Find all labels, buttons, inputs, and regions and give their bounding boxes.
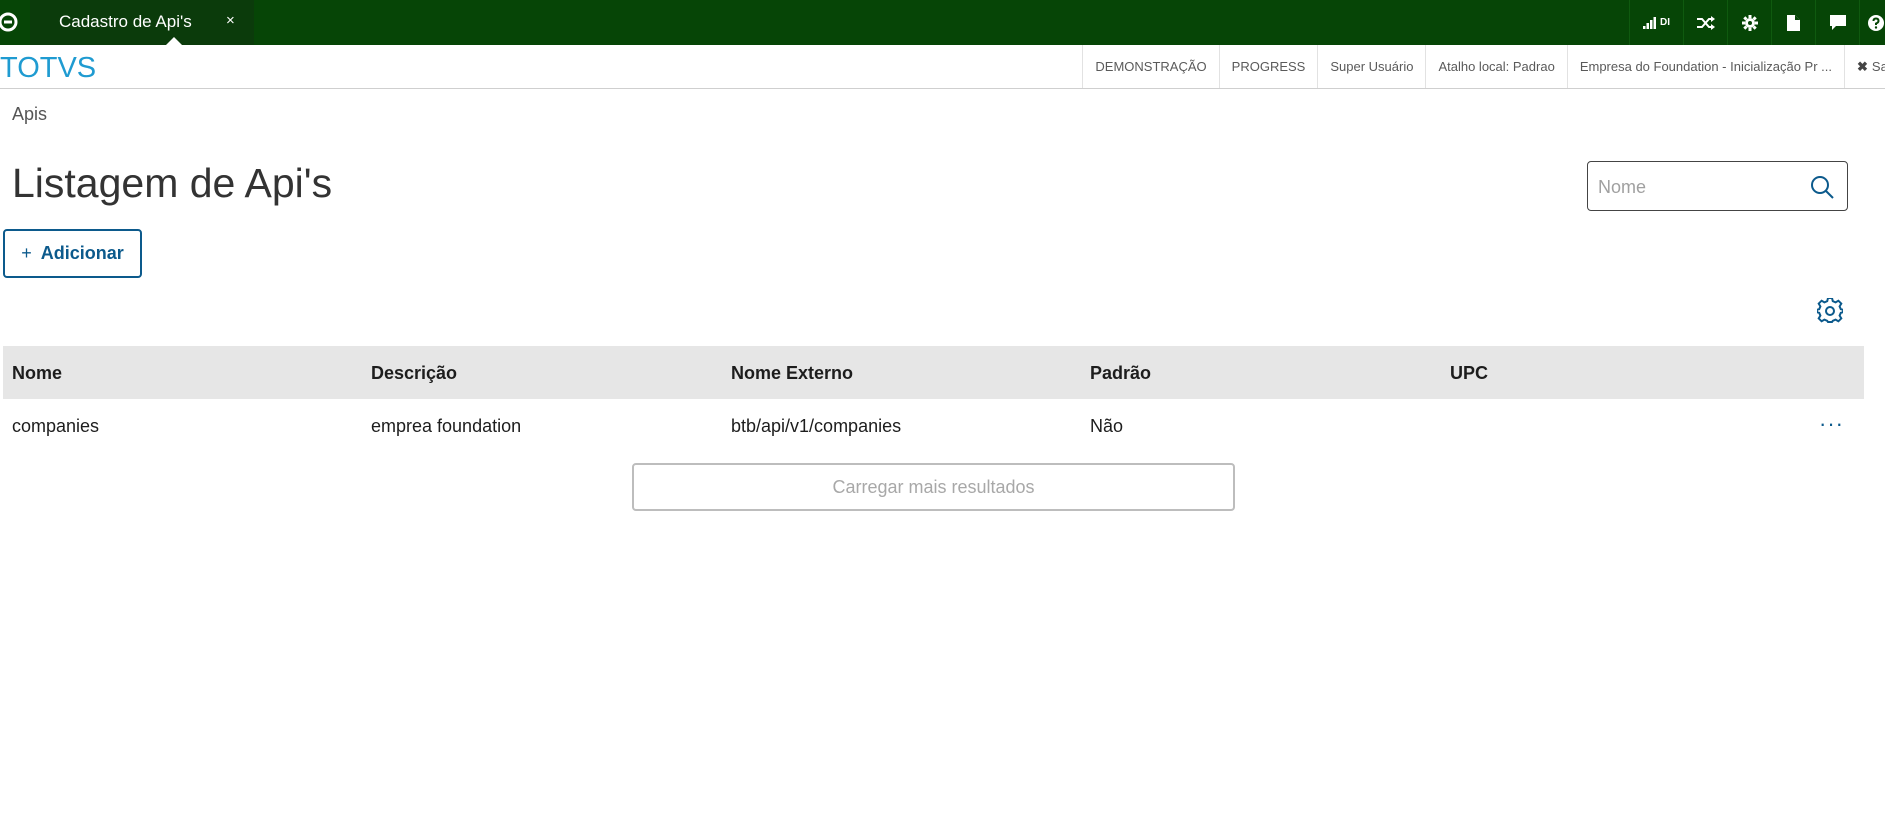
table-row[interactable]: companies emprea foundation btb/api/v1/c… <box>3 399 1864 453</box>
breadcrumb[interactable]: Apis <box>12 104 47 125</box>
column-nome[interactable]: Nome <box>12 363 62 384</box>
search-field <box>1587 161 1848 211</box>
brand-logo[interactable]: TOTVS <box>0 52 96 85</box>
search-icon[interactable] <box>1810 175 1834 199</box>
info-environment[interactable]: DEMONSTRAÇÃO <box>1082 45 1218 88</box>
cell-descricao: emprea foundation <box>371 416 522 436</box>
cell-nome: companies <box>12 416 100 436</box>
gear-icon <box>1741 14 1758 31</box>
signal-icon <box>1643 16 1656 29</box>
search-input[interactable] <box>1598 174 1798 200</box>
tab-label: Cadastro de Api's <box>59 12 192 31</box>
header-info: DEMONSTRAÇÃO PROGRESS Super Usuário Atal… <box>1082 45 1885 88</box>
help-icon <box>1868 14 1884 31</box>
document-icon <box>1787 14 1800 31</box>
signal-label: DI <box>1660 17 1670 28</box>
exit-label: Sa <box>1871 59 1885 74</box>
tab-close-icon[interactable]: × <box>226 12 235 29</box>
settings-icon[interactable] <box>1817 298 1843 324</box>
page-title: Listagem de Api's <box>12 160 333 206</box>
tab-pointer <box>166 37 182 45</box>
column-descricao[interactable]: Descrição <box>371 363 457 384</box>
cell-padrao: Não <box>1090 416 1124 436</box>
load-more-button[interactable]: Carregar mais resultados <box>632 463 1235 511</box>
info-user[interactable]: Super Usuário <box>1317 45 1425 88</box>
tab-cadastro-apis[interactable]: Cadastro de Api's × <box>30 0 254 45</box>
exit-button[interactable]: ✖ Sa <box>1844 45 1885 88</box>
table-header: Nome Descrição Nome Externo Padrão UPC <box>3 346 1864 399</box>
help-button[interactable] <box>1859 0 1885 45</box>
shuffle-icon <box>1696 15 1715 30</box>
app-header: TOTVS DEMONSTRAÇÃO PROGRESS Super Usuári… <box>0 45 1885 89</box>
column-padrao[interactable]: Padrão <box>1090 363 1151 384</box>
more-icon[interactable]: ··· <box>1819 411 1844 437</box>
top-icons: DI <box>1629 0 1885 45</box>
chat-button[interactable] <box>1815 0 1859 45</box>
shuffle-button[interactable] <box>1683 0 1727 45</box>
close-icon: ✖ <box>1857 58 1868 74</box>
add-button-label: Adicionar <box>40 243 124 263</box>
info-shortcut[interactable]: Atalho local: Padrao <box>1425 45 1566 88</box>
plus-icon: + <box>21 243 32 263</box>
top-bar: Cadastro de Api's × DI <box>0 0 1885 45</box>
info-company[interactable]: Empresa do Foundation - Inicialização Pr… <box>1566 45 1844 88</box>
column-upc[interactable]: UPC <box>1450 363 1488 384</box>
cell-nome-externo: btb/api/v1/companies <box>731 416 902 436</box>
signal-button[interactable]: DI <box>1629 0 1683 45</box>
add-button[interactable]: + Adicionar <box>3 229 142 278</box>
document-button[interactable] <box>1771 0 1815 45</box>
info-database[interactable]: PROGRESS <box>1218 45 1318 88</box>
gear-button[interactable] <box>1727 0 1771 45</box>
chat-icon <box>1829 15 1846 30</box>
column-nome-externo[interactable]: Nome Externo <box>731 363 853 384</box>
app-logo-icon[interactable] <box>0 11 20 33</box>
